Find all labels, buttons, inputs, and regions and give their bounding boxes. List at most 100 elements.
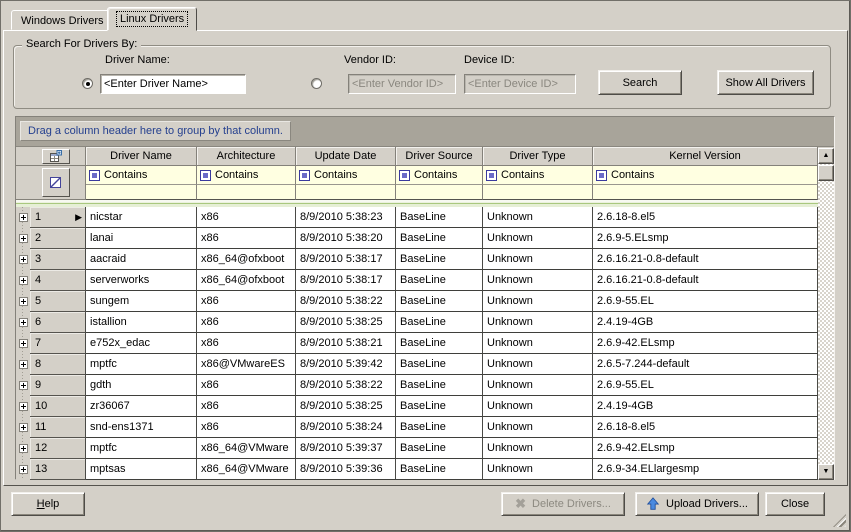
cell-kernel-version[interactable]: 2.6.9-55.EL xyxy=(593,291,818,312)
cell-architecture[interactable]: x86 xyxy=(197,312,296,333)
driver-name-radio[interactable] xyxy=(82,78,93,89)
table-row[interactable]: 10 zr36067 x86 8/9/2010 5:38:25 BaseLine… xyxy=(16,396,818,417)
row-header-cell[interactable]: 5 xyxy=(30,291,86,312)
filter-condition-icon[interactable] xyxy=(486,170,497,181)
tab-windows-drivers[interactable]: Windows Drivers xyxy=(11,10,114,30)
row-header-cell[interactable]: 4 xyxy=(30,270,86,291)
table-row[interactable]: 1 ▶ nicstar x86 8/9/2010 5:38:23 BaseLin… xyxy=(16,207,818,228)
cell-update-date[interactable]: 8/9/2010 5:39:42 xyxy=(296,354,396,375)
cell-kernel-version[interactable]: 2.6.9-5.ELsmp xyxy=(593,228,818,249)
filter-condition-icon[interactable] xyxy=(200,170,211,181)
expand-icon[interactable] xyxy=(19,234,28,243)
cell-architecture[interactable]: x86 xyxy=(197,375,296,396)
cell-driver-name[interactable]: gdth xyxy=(86,375,197,396)
cell-update-date[interactable]: 8/9/2010 5:38:21 xyxy=(296,333,396,354)
cell-kernel-version[interactable]: 2.6.9-55.EL xyxy=(593,375,818,396)
driver-name-input[interactable] xyxy=(100,74,246,94)
table-row[interactable]: 8 mptfc x86@VMwareES 8/9/2010 5:39:42 Ba… xyxy=(16,354,818,375)
edit-filter-button[interactable] xyxy=(42,168,70,197)
filter-condition-driver-source[interactable]: Contains xyxy=(396,166,483,185)
table-row[interactable]: 12 mptfc x86_64@VMware 8/9/2010 5:39:37 … xyxy=(16,438,818,459)
row-header-cell[interactable]: 3 xyxy=(30,249,86,270)
expand-icon[interactable] xyxy=(19,444,28,453)
row-header-cell[interactable]: 11 xyxy=(30,417,86,438)
filter-condition-icon[interactable] xyxy=(299,170,310,181)
expand-icon[interactable] xyxy=(19,465,28,474)
column-header-driver-type[interactable]: Driver Type xyxy=(483,147,593,166)
cell-update-date[interactable]: 8/9/2010 5:38:20 xyxy=(296,228,396,249)
vendor-id-input[interactable] xyxy=(348,74,456,94)
cell-driver-name[interactable]: snd-ens1371 xyxy=(86,417,197,438)
cell-driver-source[interactable]: BaseLine xyxy=(396,438,483,459)
filter-input-update-date[interactable] xyxy=(296,185,396,200)
cell-driver-type[interactable]: Unknown xyxy=(483,312,593,333)
column-header-architecture[interactable]: Architecture xyxy=(197,147,296,166)
cell-driver-name[interactable]: mptfc xyxy=(86,438,197,459)
filter-condition-architecture[interactable]: Contains xyxy=(197,166,296,185)
cell-architecture[interactable]: x86 xyxy=(197,396,296,417)
column-header-driver-source[interactable]: Driver Source xyxy=(396,147,483,166)
scroll-up-button[interactable]: ▲ xyxy=(818,148,834,164)
device-id-input[interactable] xyxy=(464,74,576,94)
expand-icon[interactable] xyxy=(19,423,28,432)
cell-update-date[interactable]: 8/9/2010 5:38:25 xyxy=(296,396,396,417)
close-button[interactable]: Close xyxy=(765,492,825,516)
expand-icon[interactable] xyxy=(19,213,28,222)
cell-driver-type[interactable]: Unknown xyxy=(483,228,593,249)
cell-driver-name[interactable]: nicstar xyxy=(86,207,197,228)
cell-architecture[interactable]: x86 xyxy=(197,207,296,228)
filter-input-driver-source[interactable] xyxy=(396,185,483,200)
cell-driver-source[interactable]: BaseLine xyxy=(396,396,483,417)
cell-update-date[interactable]: 8/9/2010 5:38:23 xyxy=(296,207,396,228)
vendor-device-radio[interactable] xyxy=(311,78,322,89)
cell-driver-name[interactable]: mptsas xyxy=(86,459,197,480)
expand-icon[interactable] xyxy=(19,402,28,411)
filter-condition-update-date[interactable]: Contains xyxy=(296,166,396,185)
cell-update-date[interactable]: 8/9/2010 5:38:22 xyxy=(296,375,396,396)
cell-architecture[interactable]: x86_64@ofxboot xyxy=(197,249,296,270)
cell-update-date[interactable]: 8/9/2010 5:39:37 xyxy=(296,438,396,459)
filter-input-architecture[interactable] xyxy=(197,185,296,200)
table-row[interactable]: 7 e752x_edac x86 8/9/2010 5:38:21 BaseLi… xyxy=(16,333,818,354)
cell-update-date[interactable]: 8/9/2010 5:39:36 xyxy=(296,459,396,480)
cell-architecture[interactable]: x86_64@ofxboot xyxy=(197,270,296,291)
cell-architecture[interactable]: x86 xyxy=(197,417,296,438)
cell-driver-source[interactable]: BaseLine xyxy=(396,207,483,228)
cell-architecture[interactable]: x86@VMwareES xyxy=(197,354,296,375)
cell-driver-name[interactable]: aacraid xyxy=(86,249,197,270)
cell-kernel-version[interactable]: 2.6.9-42.ELsmp xyxy=(593,438,818,459)
expand-icon[interactable] xyxy=(19,318,28,327)
cell-driver-type[interactable]: Unknown xyxy=(483,375,593,396)
show-all-drivers-button[interactable]: Show All Drivers xyxy=(717,70,814,95)
filter-condition-icon[interactable] xyxy=(596,170,607,181)
cell-driver-type[interactable]: Unknown xyxy=(483,270,593,291)
cell-driver-name[interactable]: e752x_edac xyxy=(86,333,197,354)
cell-driver-type[interactable]: Unknown xyxy=(483,417,593,438)
expand-icon[interactable] xyxy=(19,276,28,285)
cell-update-date[interactable]: 8/9/2010 5:38:17 xyxy=(296,249,396,270)
column-header-update-date[interactable]: Update Date xyxy=(296,147,396,166)
filter-input-kernel-version[interactable] xyxy=(593,185,818,200)
cell-driver-type[interactable]: Unknown xyxy=(483,333,593,354)
help-button[interactable]: Help xyxy=(11,492,85,516)
expand-icon[interactable] xyxy=(19,255,28,264)
cell-kernel-version[interactable]: 2.6.9-42.ELsmp xyxy=(593,333,818,354)
column-header-kernel-version[interactable]: Kernel Version xyxy=(593,147,818,166)
expand-icon[interactable] xyxy=(19,297,28,306)
expand-icon[interactable] xyxy=(19,360,28,369)
cell-driver-source[interactable]: BaseLine xyxy=(396,417,483,438)
row-header-cell[interactable]: 1 ▶ xyxy=(30,207,86,228)
cell-driver-name[interactable]: istallion xyxy=(86,312,197,333)
scroll-down-button[interactable]: ▼ xyxy=(818,464,834,480)
cell-architecture[interactable]: x86_64@VMware xyxy=(197,459,296,480)
vertical-scrollbar[interactable]: ▲ ▼ xyxy=(818,148,834,480)
table-row[interactable]: 9 gdth x86 8/9/2010 5:38:22 BaseLine Unk… xyxy=(16,375,818,396)
cell-driver-type[interactable]: Unknown xyxy=(483,207,593,228)
filter-condition-driver-name[interactable]: Contains xyxy=(86,166,197,185)
row-header-cell[interactable]: 6 xyxy=(30,312,86,333)
row-header-cell[interactable]: 10 xyxy=(30,396,86,417)
row-header-cell[interactable]: 2 xyxy=(30,228,86,249)
upload-drivers-button[interactable]: Upload Drivers... xyxy=(635,492,759,516)
row-header-cell[interactable]: 9 xyxy=(30,375,86,396)
cell-kernel-version[interactable]: 2.4.19-4GB xyxy=(593,312,818,333)
